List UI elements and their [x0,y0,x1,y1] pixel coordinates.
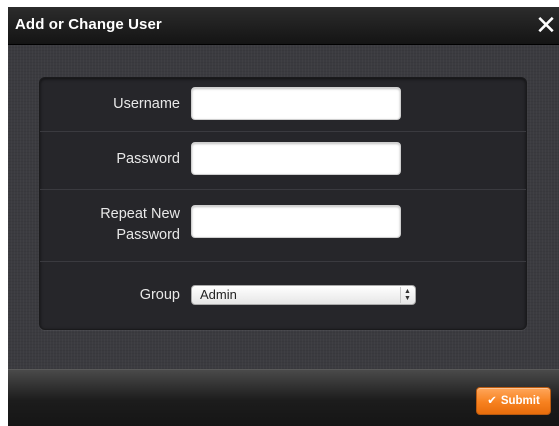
submit-label: Submit [500,395,540,407]
group-selected-value: Admin [200,287,237,302]
username-row: Username [40,78,526,132]
dialog-footer: ✔ Submit [8,369,559,426]
group-select[interactable]: Admin ▲ ▼ [191,285,416,305]
group-row: Group Admin ▲ ▼ [40,263,526,329]
username-input[interactable] [191,87,401,120]
select-arrows-icon: ▲ ▼ [400,287,414,303]
dialog-title: Add or Change User [15,16,162,33]
repeat-password-label-line1: Repeat New [100,206,180,222]
password-label: Password [116,151,180,167]
close-icon[interactable]: ✕ [533,10,559,40]
submit-button[interactable]: ✔ Submit [476,387,551,415]
check-icon: ✔ [487,395,497,407]
username-label: Username [113,96,180,112]
group-label: Group [139,287,180,303]
repeat-password-row: Repeat New Password [40,191,526,262]
password-row: Password [40,133,526,190]
repeat-password-label-line2: Password [116,227,180,243]
user-form-panel: Username Password Repeat New Password Gr… [39,77,527,330]
repeat-password-input[interactable] [191,205,401,238]
password-input[interactable] [191,142,401,175]
add-change-user-dialog: Add or Change User ✕ Username Password R… [0,0,559,426]
repeat-password-label: Repeat New Password [50,204,180,246]
dialog-content: Username Password Repeat New Password Gr… [8,45,559,369]
dialog-titlebar: Add or Change User ✕ [8,7,559,45]
